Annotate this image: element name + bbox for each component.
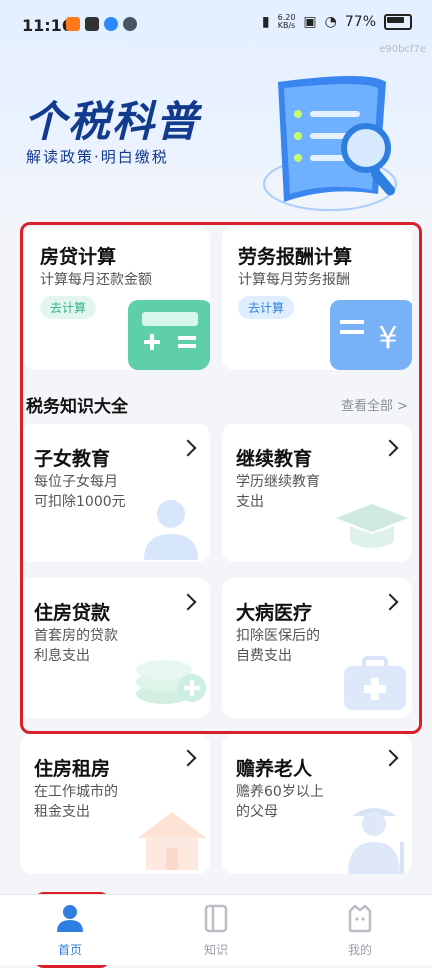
coins-icon [136,660,206,704]
desc-line: 每位子女每月 [34,474,118,490]
chevron-right-icon [179,749,197,767]
desc-line: 的父母 [236,804,278,820]
nav-home[interactable]: 首页 [30,903,110,958]
wifi-icon: ◔ [324,14,337,30]
card-title: 大病医疗 [236,602,313,624]
desc-line: 利息支出 [34,648,90,664]
home-person-icon [57,905,83,932]
card-title: 劳务报酬计算 [238,246,353,268]
card-title: 房贷计算 [40,246,117,268]
card-desc: 计算每月劳务报酬 [238,272,350,288]
network-speed: 6.20 KB/s [277,13,296,30]
chevron-right-icon [381,439,399,457]
desc-line: 学历继续教育 [236,474,320,490]
profile-face-icon [348,904,372,933]
knowledge-card-serious-illness[interactable]: 大病医疗 扣除医保后的 自费支出 [222,578,412,718]
person-icon [144,500,198,560]
mortgage-calculator-card[interactable]: 房贷计算 计算每月还款金额 去计算 [24,226,210,370]
desc-line: 支出 [236,494,264,510]
svg-text:¥: ¥ [378,321,397,356]
nav-label: 我的 [347,943,372,957]
card-title: 住房租房 [34,758,111,780]
desc-line: 扣除医保后的 [236,628,320,644]
calculate-button[interactable]: 去计算 [40,296,97,319]
sim-off-icon: ▣ [303,14,317,30]
desc-line: 可扣除1000元 [34,494,126,510]
card-desc: 学历继续教育 支出 [236,472,320,512]
desc-line: 租金支出 [34,804,90,820]
bottom-navigation: 首页 知识 我的 [0,894,432,965]
knowledge-section-title: 税务知识大全 [26,397,128,417]
desc-line: 在工作城市的 [34,784,118,800]
knowledge-card-housing-loan[interactable]: 住房贷款 首套房的贷款 利息支出 [20,578,210,718]
card-desc: 每位子女每月 可扣除1000元 [34,472,126,512]
chevron-right-icon [179,593,197,611]
invoice-yuan-icon: ¥ [330,300,412,370]
link-app-icon [123,17,137,31]
calendar-notification-icon [85,17,99,31]
card-desc: 在工作城市的 租金支出 [34,782,118,822]
book-icon [204,904,228,933]
house-icon [138,812,206,870]
nav-knowledge[interactable]: 知识 [176,903,256,958]
nav-mine[interactable]: 我的 [320,903,400,958]
knowledge-card-child-education[interactable]: 子女教育 每位子女每月 可扣除1000元 [20,424,210,562]
desc-line: 赡养60岁以上 [236,784,324,800]
knowledge-card-continuing-education[interactable]: 继续教育 学历继续教育 支出 [222,424,412,562]
knowledge-card-elderly-support[interactable]: 赡养老人 赡养60岁以上 的父母 [222,734,412,874]
card-desc: 首套房的贷款 利息支出 [34,626,118,666]
calculator-icon [128,300,210,370]
document-magnifier-illustration [263,76,397,211]
q-app-icon [104,17,118,31]
card-title: 住房贷款 [34,602,111,624]
status-bar: 11:16 ▮ 6.20 KB/s ▣ ◔ 77% [0,0,432,44]
battery-percent: 77% [344,14,376,30]
knowledge-card-housing-rent[interactable]: 住房租房 在工作城市的 租金支出 [20,734,210,874]
card-title: 子女教育 [34,448,111,470]
hero-subtitle: 解读政策·明白缴税 [26,148,169,166]
card-desc: 赡养60岁以上 的父母 [236,782,324,822]
view-all-link[interactable]: 查看全部 > [341,395,408,414]
app-notification-icon [66,17,80,31]
vibrate-icon: ▮ [261,14,270,30]
desc-line: 首套房的贷款 [34,628,118,644]
card-desc: 扣除医保后的 自费支出 [236,626,320,666]
card-title: 赡养老人 [236,758,313,780]
desc-line: 自费支出 [236,648,292,664]
nav-label: 首页 [57,943,82,957]
chevron-right-icon [381,593,399,611]
calculate-button[interactable]: 去计算 [238,296,295,319]
device-id: e90bcf7e [379,44,426,55]
graduation-cap-icon [336,504,408,548]
nav-label: 知识 [203,943,228,957]
hero-title: 个税科普 [24,97,201,146]
chevron-right-icon [179,439,197,457]
chevron-right-icon [381,749,399,767]
card-desc: 计算每月还款金额 [40,272,152,288]
medical-kit-icon [344,656,406,710]
card-title: 继续教育 [236,448,313,470]
elder-icon [348,808,404,874]
labor-remuneration-calculator-card[interactable]: 劳务报酬计算 计算每月劳务报酬 去计算 ¥ [222,226,412,370]
system-status: ▮ 6.20 KB/s ▣ ◔ 77% [262,14,412,30]
notification-icons [66,17,137,31]
battery-icon [384,14,412,30]
